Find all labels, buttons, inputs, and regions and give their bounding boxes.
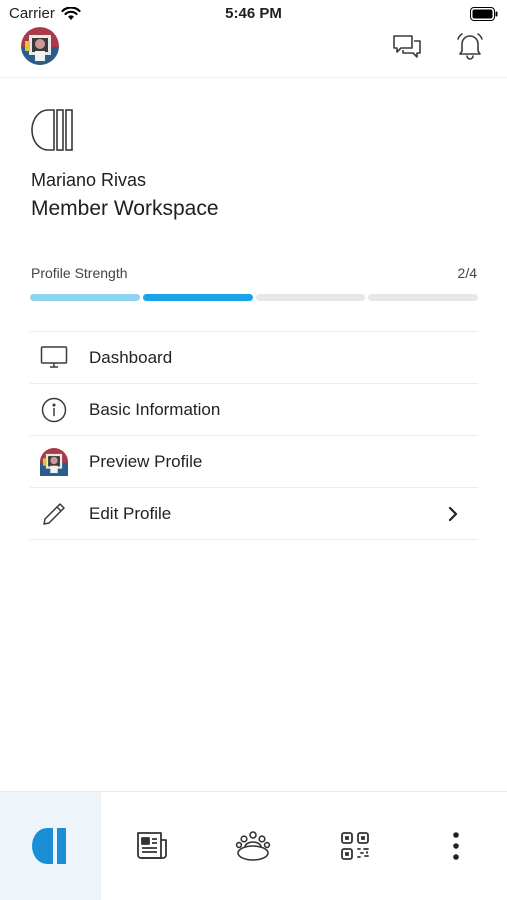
menu-item-label: Basic Information bbox=[89, 399, 221, 419]
nav-tab-news[interactable] bbox=[101, 792, 202, 900]
qr-code-icon bbox=[340, 832, 369, 860]
brand-logo-icon bbox=[31, 109, 73, 151]
notifications-button[interactable] bbox=[454, 30, 486, 62]
community-icon bbox=[236, 831, 271, 861]
workspace-title: Member Workspace bbox=[31, 197, 219, 220]
strength-segment bbox=[30, 294, 140, 301]
status-time: 5:46 PM bbox=[225, 5, 282, 22]
more-icon bbox=[453, 832, 460, 860]
bottom-nav bbox=[0, 791, 507, 900]
profile-strength-bar bbox=[30, 294, 478, 301]
newspaper-icon bbox=[137, 832, 167, 859]
top-header bbox=[0, 22, 507, 78]
home-logo-icon bbox=[31, 828, 66, 864]
info-icon bbox=[40, 396, 68, 424]
menu-item-basic-information[interactable]: Basic Information bbox=[30, 384, 478, 436]
nav-tab-home[interactable] bbox=[0, 792, 102, 900]
menu-item-label: Preview Profile bbox=[89, 451, 203, 471]
bell-icon bbox=[457, 33, 483, 60]
menu-item-label: Edit Profile bbox=[89, 503, 172, 523]
workspace-menu: Dashboard Basic Information Preview Prof… bbox=[30, 331, 478, 540]
screen: Carrier 5:46 PM Mariano Rivas Member Wor… bbox=[0, 0, 507, 900]
nav-tab-more[interactable] bbox=[406, 792, 507, 900]
strength-segment bbox=[255, 294, 366, 301]
profile-strength-count: 2/4 bbox=[457, 265, 477, 281]
user-name: Mariano Rivas bbox=[31, 170, 147, 190]
battery-icon bbox=[470, 7, 498, 21]
menu-item-edit-profile[interactable]: Edit Profile bbox=[30, 488, 478, 540]
menu-item-label: Dashboard bbox=[89, 347, 173, 367]
avatar-icon bbox=[40, 447, 68, 476]
nav-tab-qr[interactable] bbox=[304, 792, 405, 900]
monitor-icon bbox=[40, 344, 68, 372]
menu-item-dashboard[interactable]: Dashboard bbox=[30, 332, 478, 384]
profile-strength-label: Profile Strength bbox=[31, 265, 128, 281]
chat-icon bbox=[393, 35, 421, 58]
chat-button[interactable] bbox=[391, 30, 423, 62]
nav-tab-community[interactable] bbox=[203, 792, 304, 900]
strength-segment bbox=[142, 294, 253, 301]
strength-segment bbox=[368, 294, 478, 301]
chevron-right-icon bbox=[448, 506, 458, 521]
pencil-icon bbox=[40, 500, 68, 528]
user-avatar[interactable] bbox=[21, 27, 59, 65]
avatar-image bbox=[21, 27, 59, 65]
menu-item-preview-profile[interactable]: Preview Profile bbox=[30, 436, 478, 488]
